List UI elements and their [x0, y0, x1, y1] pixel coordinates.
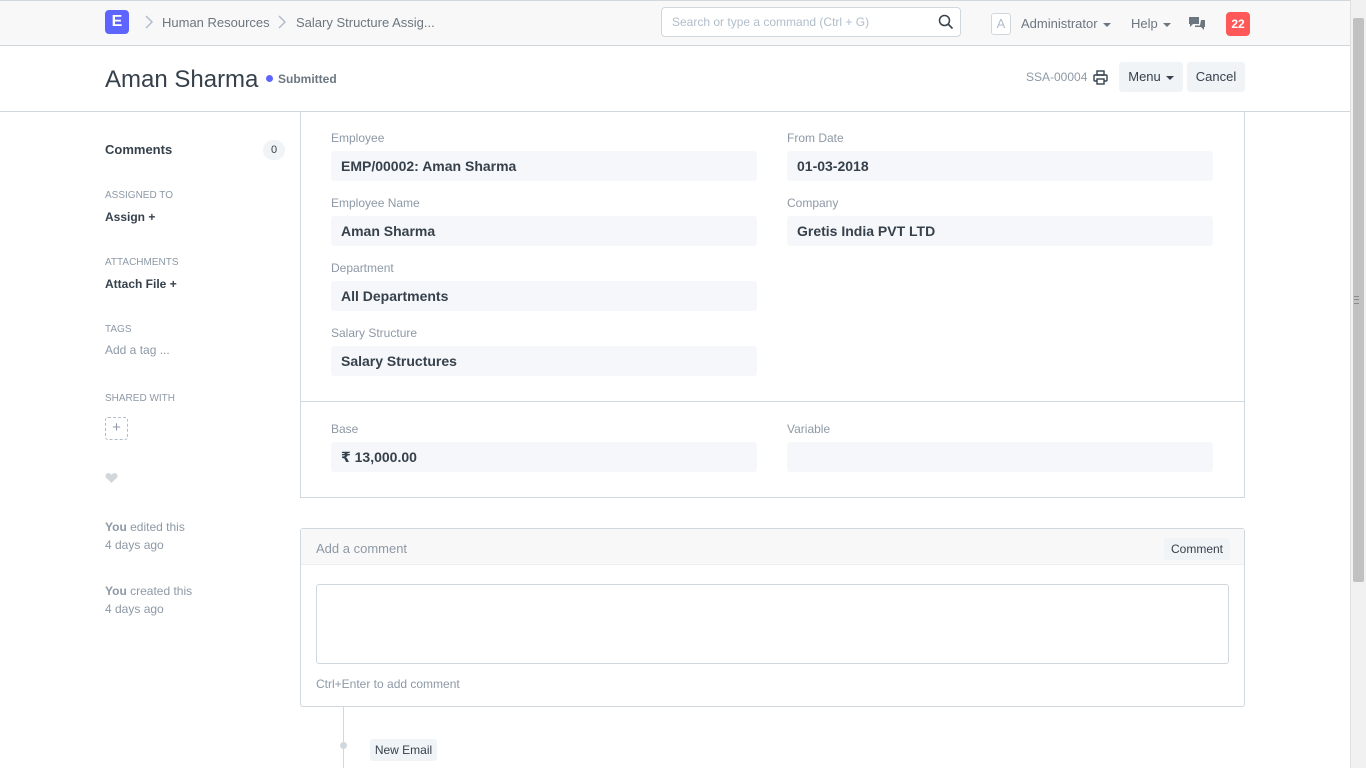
activity-time: 4 days ago	[105, 538, 164, 552]
add-tag-link[interactable]: Add a tag ...	[105, 343, 170, 357]
comment-button[interactable]: Comment	[1164, 538, 1230, 560]
department-field[interactable]: All Departments	[331, 281, 757, 311]
timeline-dot	[340, 742, 347, 749]
base-label: Base	[331, 422, 359, 436]
new-email-button[interactable]: New Email	[370, 739, 437, 761]
activity-text: You edited this	[105, 518, 185, 536]
menu-button[interactable]: Menu	[1119, 62, 1183, 92]
salary-structure-label: Salary Structure	[331, 326, 418, 340]
shared-with-label: SHARED WITH	[105, 393, 175, 404]
timeline-line	[343, 707, 344, 768]
help-dropdown-label: Help	[1131, 16, 1158, 31]
form-section-amounts: Base ₹ 13,000.00 Variable	[300, 401, 1245, 498]
attach-file-link[interactable]: Attach File +	[105, 277, 177, 291]
activity-actor: You	[105, 584, 127, 598]
comment-title: Add a comment	[316, 541, 408, 556]
navbar: E Human Resources Salary Structure Assig…	[0, 0, 1350, 46]
plus-icon: +	[148, 210, 156, 224]
company-label: Company	[787, 196, 839, 210]
heart-icon[interactable]	[105, 472, 118, 484]
assigned-to-label: ASSIGNED TO	[105, 190, 173, 201]
attachments-label: ATTACHMENTS	[105, 257, 179, 268]
scrollbar-grip	[1354, 296, 1359, 304]
status-badge: Submitted	[278, 72, 337, 86]
search-icon[interactable]	[938, 14, 954, 30]
variable-field[interactable]	[787, 442, 1213, 472]
from-date-label: From Date	[787, 131, 844, 145]
add-share-button[interactable]: +	[105, 417, 128, 440]
salary-structure-field[interactable]: Salary Structures	[331, 346, 757, 376]
assign-link-label: Assign	[105, 210, 146, 224]
comment-hint: Ctrl+Enter to add comment	[316, 677, 460, 691]
page-head: Aman Sharma Submitted SSA-00004 Menu Can…	[0, 46, 1350, 112]
caret-down-icon	[1162, 22, 1171, 27]
app-logo[interactable]: E	[105, 10, 129, 34]
comments-count-badge: 0	[263, 140, 285, 160]
employee-field[interactable]: EMP/00002: Aman Sharma	[331, 151, 757, 181]
chevron-right-icon	[278, 15, 287, 29]
user-dropdown[interactable]: Administrator	[1021, 16, 1111, 31]
cancel-button[interactable]: Cancel	[1187, 62, 1245, 92]
search-input[interactable]	[672, 8, 932, 36]
status-dot	[266, 75, 273, 82]
activity-item: You created this 4 days ago	[105, 582, 192, 618]
help-dropdown[interactable]: Help	[1131, 16, 1171, 31]
menu-button-label: Menu	[1128, 69, 1161, 84]
chat-icon[interactable]	[1188, 16, 1206, 32]
breadcrumb-salary-structure-assignment[interactable]: Salary Structure Assig...	[296, 15, 435, 30]
page-title: Aman Sharma	[105, 66, 259, 93]
activity-time: 4 days ago	[105, 602, 164, 616]
breadcrumb-human-resources[interactable]: Human Resources	[162, 15, 270, 30]
assign-link[interactable]: Assign +	[105, 210, 155, 224]
comment-box: Add a comment Comment Ctrl+Enter to add …	[300, 528, 1245, 707]
notification-badge[interactable]: 22	[1226, 12, 1250, 36]
base-field[interactable]: ₹ 13,000.00	[331, 442, 757, 472]
user-dropdown-label: Administrator	[1021, 16, 1098, 31]
plus-icon: +	[169, 277, 177, 291]
activity-text: You created this	[105, 582, 192, 600]
activity-actor: You	[105, 520, 127, 534]
chevron-right-icon	[145, 15, 154, 29]
activity-action: created this	[126, 584, 193, 598]
search-box	[661, 7, 961, 37]
plus-icon: +	[112, 419, 121, 436]
caret-down-icon	[1102, 22, 1111, 27]
department-label: Department	[331, 261, 394, 275]
tags-label: TAGS	[105, 324, 132, 335]
status-indicator: Submitted	[266, 72, 337, 86]
employee-name-field[interactable]: Aman Sharma	[331, 216, 757, 246]
scrollbar[interactable]	[1350, 0, 1366, 768]
form-section-details: Employee EMP/00002: Aman Sharma From Dat…	[300, 112, 1245, 402]
comment-input[interactable]	[316, 584, 1229, 664]
employee-label: Employee	[331, 131, 385, 145]
employee-name-label: Employee Name	[331, 196, 420, 210]
from-date-field[interactable]: 01-03-2018	[787, 151, 1213, 181]
avatar[interactable]: A	[991, 13, 1011, 35]
activity-action: edited this	[126, 520, 185, 534]
sidebar-comments-link[interactable]: Comments	[105, 142, 172, 157]
caret-down-icon	[1165, 75, 1174, 80]
document-id: SSA-00004	[1026, 70, 1088, 84]
attach-file-label: Attach File	[105, 277, 167, 291]
activity-item: You edited this 4 days ago	[105, 518, 185, 554]
variable-label: Variable	[787, 422, 831, 436]
comment-header: Add a comment Comment	[301, 529, 1244, 565]
company-field[interactable]: Gretis India PVT LTD	[787, 216, 1213, 246]
print-icon[interactable]	[1093, 70, 1108, 85]
